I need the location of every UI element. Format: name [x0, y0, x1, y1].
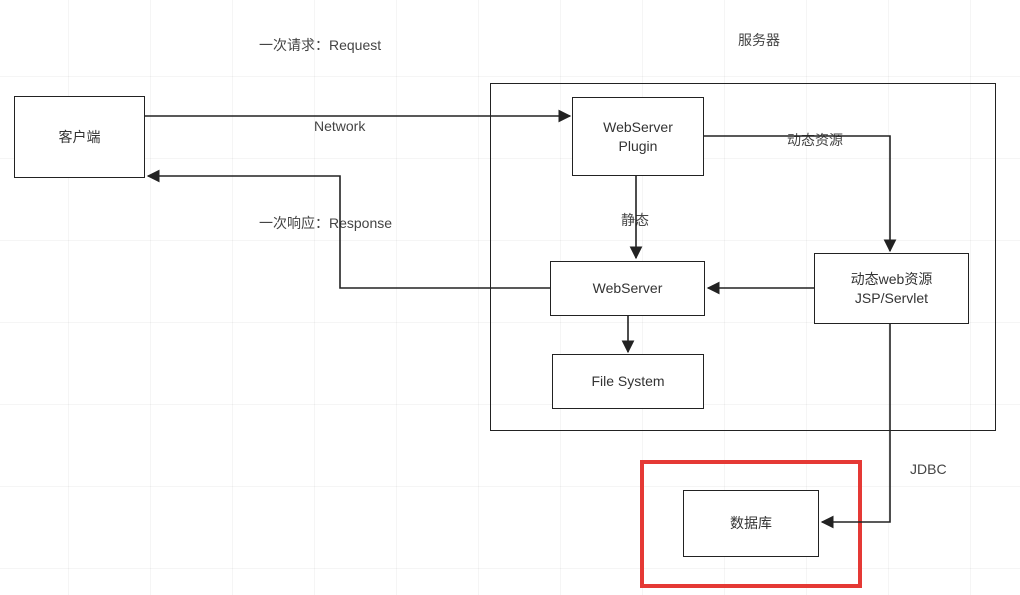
- webserver-plugin-line1: WebServer: [603, 118, 673, 136]
- dynamic-web-line2: JSP/Servlet: [851, 289, 933, 307]
- dynamic-web-line1: 动态web资源: [851, 270, 933, 288]
- filesystem-box: File System: [552, 354, 704, 409]
- webserver-label: WebServer: [593, 279, 663, 297]
- dynamic-resource-label: 动态资源: [787, 130, 843, 150]
- client-box: 客户端: [14, 96, 145, 178]
- filesystem-label: File System: [591, 372, 664, 390]
- dynamic-web-box: 动态web资源 JSP/Servlet: [814, 253, 969, 324]
- static-label: 静态: [621, 210, 649, 230]
- jdbc-label: JDBC: [910, 461, 947, 477]
- client-label: 客户端: [59, 128, 101, 146]
- webserver-plugin-box: WebServer Plugin: [572, 97, 704, 176]
- request-title: 一次请求：Request: [259, 35, 381, 55]
- server-title: 服务器: [738, 30, 780, 50]
- database-box: 数据库: [683, 490, 819, 557]
- webserver-box: WebServer: [550, 261, 705, 316]
- response-label: 一次响应：Response: [259, 213, 392, 233]
- network-label: Network: [314, 118, 365, 134]
- webserver-plugin-line2: Plugin: [603, 137, 673, 155]
- database-label: 数据库: [730, 514, 772, 532]
